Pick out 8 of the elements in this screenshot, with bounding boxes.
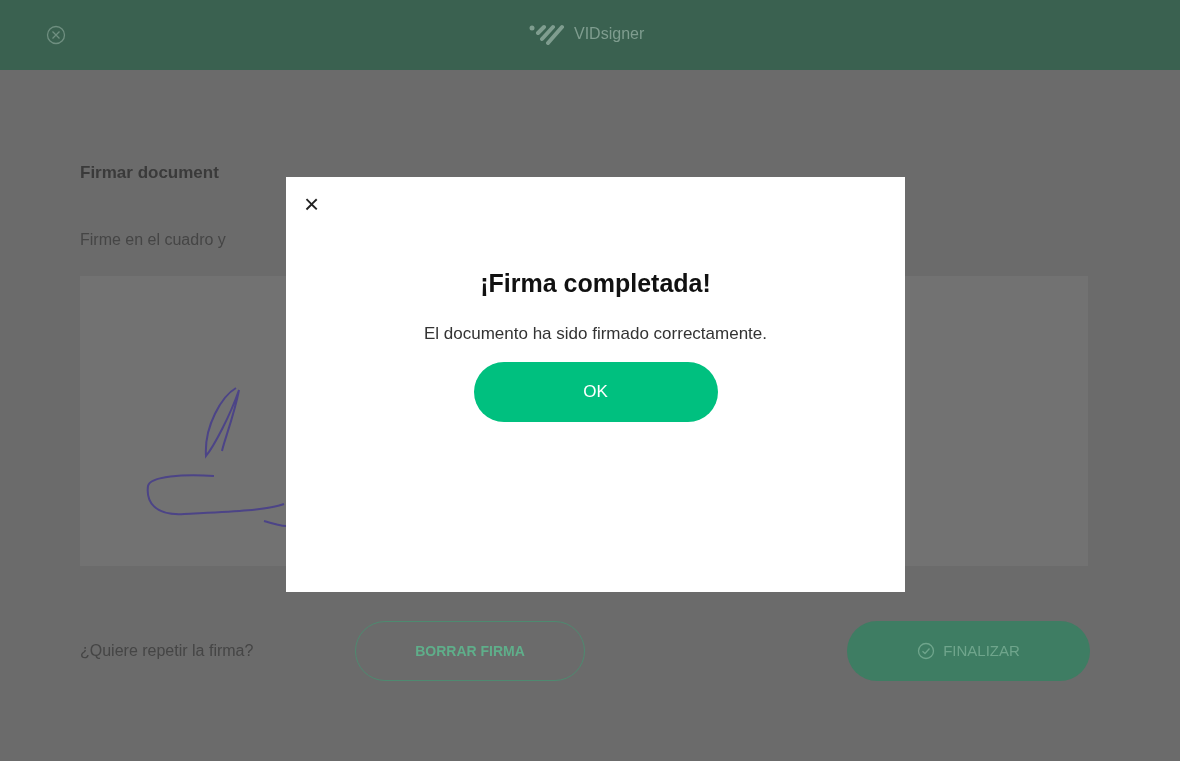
ok-button[interactable]: OK xyxy=(473,362,718,422)
logo-icon xyxy=(528,23,566,45)
check-circle-icon xyxy=(917,642,936,660)
dialog-message: El documento ha sido firmado correctamente. xyxy=(424,322,767,345)
brand-name: VIDsigner xyxy=(574,24,645,44)
close-circle-icon[interactable] xyxy=(46,25,66,45)
close-button[interactable]: × xyxy=(304,191,320,217)
dialog-title: ¡Firma completada! xyxy=(480,268,711,299)
